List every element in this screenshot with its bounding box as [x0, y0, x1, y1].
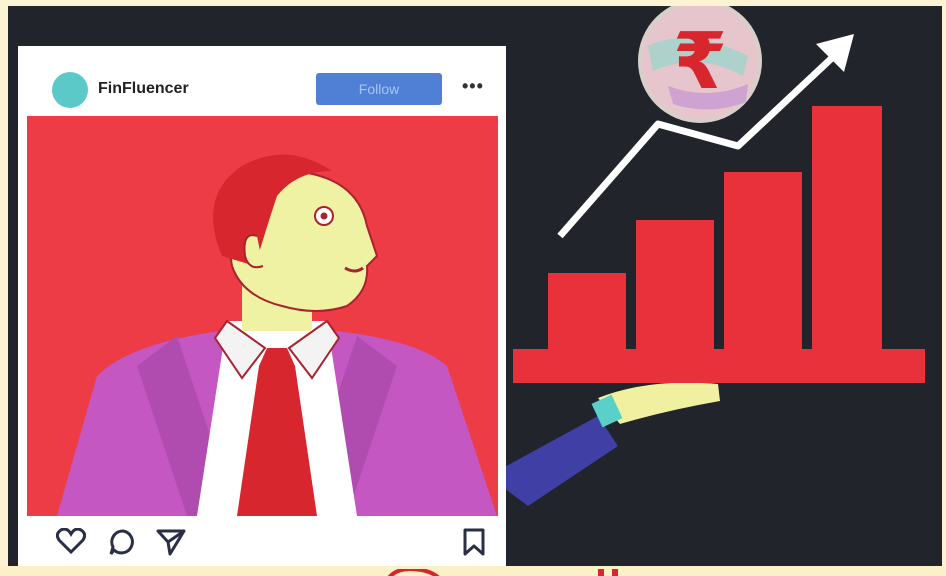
post-header: FinFluencer Follow •••: [18, 46, 506, 116]
more-options-icon[interactable]: •••: [462, 76, 484, 97]
avatar[interactable]: [52, 72, 88, 108]
post-image: [27, 116, 498, 516]
bookmark-icon[interactable]: [462, 528, 486, 556]
heart-icon[interactable]: [56, 528, 86, 554]
chart-base: [513, 349, 925, 383]
username[interactable]: FinFluencer: [98, 80, 189, 98]
cropped-caption-text: [387, 566, 618, 576]
bar-3: [724, 172, 802, 353]
social-post-card: FinFluencer Follow •••: [18, 46, 506, 566]
follow-button[interactable]: Follow: [316, 73, 442, 105]
bar-1: [548, 273, 626, 353]
post-actions-bar: [18, 516, 506, 566]
businessman-illustration: [57, 154, 497, 516]
bottom-caption-strip: [0, 566, 946, 576]
rupee-symbol: ₹: [673, 17, 727, 107]
send-icon[interactable]: [156, 528, 186, 556]
bar-2: [636, 220, 714, 353]
arm-sleeve: [488, 416, 618, 506]
bar-4: [812, 106, 882, 353]
comment-icon[interactable]: [108, 528, 138, 556]
illustration-scene: ₹ FinFluencer Follow •••: [8, 6, 942, 566]
